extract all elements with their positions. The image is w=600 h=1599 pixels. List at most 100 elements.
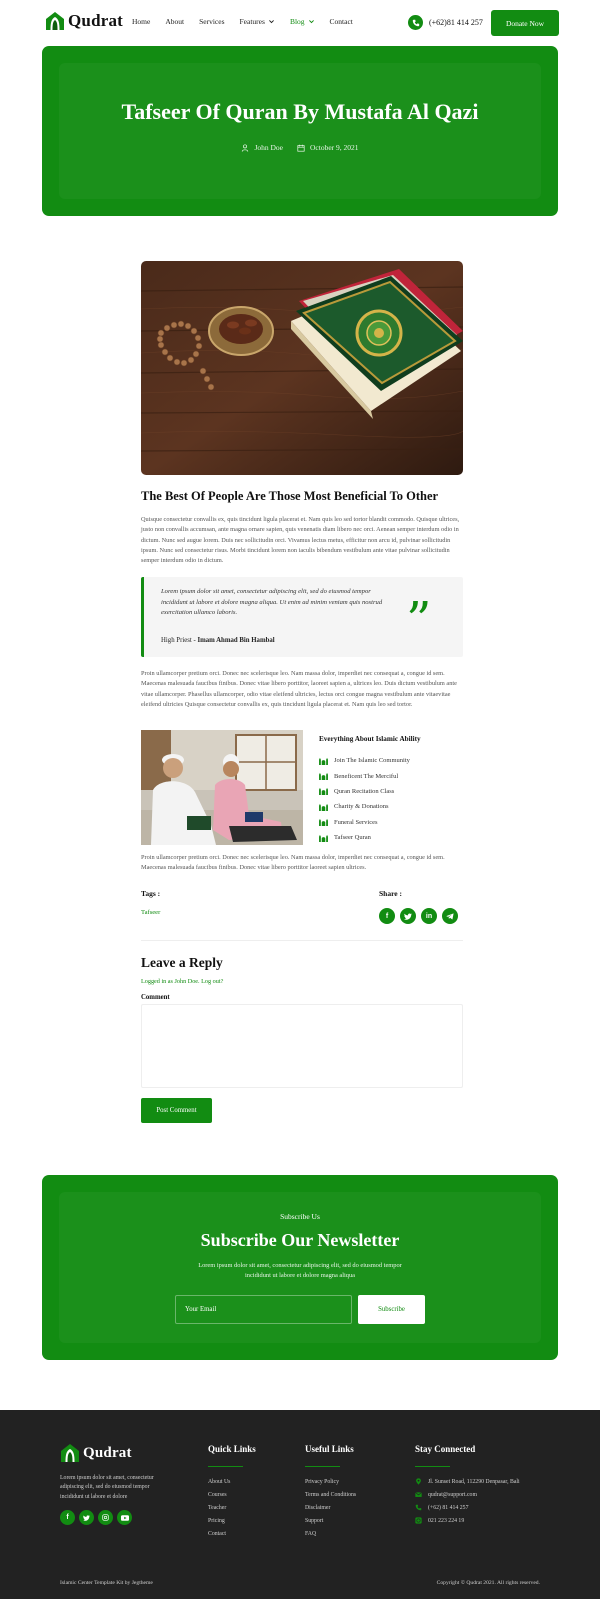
- footer-link[interactable]: FAQ: [305, 1527, 356, 1540]
- youtube-icon[interactable]: [117, 1510, 132, 1525]
- ability-title: Everything About Islamic Ability: [319, 735, 421, 743]
- section-divider: [141, 940, 463, 941]
- nav-item-about[interactable]: About: [165, 17, 184, 26]
- footer-description: Lorem ipsum dolor sit amet, consectetur …: [60, 1475, 154, 1500]
- footer-social: f: [60, 1510, 132, 1525]
- nav-label: Blog: [289, 17, 305, 26]
- phone-icon: [415, 1504, 422, 1511]
- newsletter-kicker: Subscribe Us: [280, 1212, 320, 1221]
- share-label: Share :: [379, 889, 402, 898]
- logo-text: Qudrat: [68, 11, 124, 30]
- mosque-icon: [319, 834, 328, 842]
- nav-label: Features: [239, 17, 265, 26]
- subscribe-button[interactable]: Subscribe: [358, 1295, 425, 1324]
- nav-item-services[interactable]: Services: [199, 17, 224, 26]
- ability-label: Beneficent The Merciful: [334, 772, 399, 780]
- share-facebook-icon[interactable]: f: [379, 908, 395, 924]
- share-buttons: f in: [379, 908, 458, 924]
- donate-button[interactable]: Donate Now: [491, 10, 559, 36]
- nav-label: Contact: [329, 17, 353, 26]
- comment-label: Comment: [141, 994, 170, 1001]
- footer-logo-text: Qudrat: [83, 1444, 132, 1461]
- useful-links-underline: [305, 1466, 340, 1467]
- nav-item-features[interactable]: Features: [240, 17, 275, 26]
- footer-link[interactable]: About Us: [208, 1475, 230, 1488]
- mosque-logo-icon: [61, 1444, 79, 1462]
- ability-item: Funeral Services: [319, 815, 410, 830]
- post-author[interactable]: John Doe: [241, 143, 283, 152]
- footer-link[interactable]: Support: [305, 1514, 356, 1527]
- mosque-icon: [319, 819, 328, 827]
- footer-link[interactable]: Teacher: [208, 1501, 230, 1514]
- ability-item: Join The Islamic Community: [319, 753, 410, 768]
- twitter-icon[interactable]: [79, 1510, 94, 1525]
- nav-item-blog[interactable]: Blog: [290, 17, 315, 26]
- ability-item: Beneficent The Merciful: [319, 768, 410, 783]
- footer-link[interactable]: Disclaimer: [305, 1501, 356, 1514]
- nav-label: About: [165, 17, 185, 26]
- footer-logo[interactable]: Qudrat: [60, 1443, 132, 1463]
- ability-item: Tafseer Quran: [319, 830, 410, 845]
- useful-links-title: Useful Links: [305, 1444, 354, 1454]
- ability-item: Quran Recitation Class: [319, 784, 410, 799]
- footer-link[interactable]: Privacy Policy: [305, 1475, 356, 1488]
- footer-credit: Islamic Center Template Kit by Jegtheme: [60, 1580, 153, 1586]
- contact-list: Jl. Sunset Road, 112290 Denpasar, Bali qu…: [415, 1475, 520, 1527]
- mosque-icon: [319, 757, 328, 765]
- footer-link[interactable]: Contact: [208, 1527, 230, 1540]
- quick-links-list: About Us Courses Teacher Pricing Contact: [208, 1475, 230, 1540]
- ability-label: Tafseer Quran: [334, 834, 371, 842]
- logo[interactable]: Qudrat: [45, 11, 123, 31]
- article-paragraph-1: Quisque consectetur convallis ex, quis t…: [141, 516, 460, 565]
- nav-item-home[interactable]: Home: [132, 17, 150, 26]
- logged-in-link[interactable]: Logged in as John Doe. Log out?: [141, 978, 223, 985]
- whatsapp-icon: [415, 1517, 422, 1524]
- contact-item: qudrat@support.com: [415, 1488, 520, 1501]
- quote-author-role: High Priest -: [161, 637, 198, 644]
- author-name: John Doe: [254, 143, 283, 152]
- phone-number: (+62)81 414 257: [429, 18, 483, 27]
- footer-link[interactable]: Terms and Conditions: [305, 1488, 356, 1501]
- mail-icon: [415, 1492, 422, 1497]
- share-telegram-icon[interactable]: [442, 908, 458, 924]
- calendar-icon: [297, 144, 305, 152]
- ability-label: Funeral Services: [334, 818, 378, 826]
- mosque-logo-icon: [46, 12, 64, 30]
- contact-item: Jl. Sunset Road, 112290 Denpasar, Bali: [415, 1475, 520, 1488]
- contact-item: 021 223 224 19: [415, 1514, 520, 1527]
- post-date: October 9, 2021: [297, 143, 359, 152]
- mosque-icon: [319, 772, 328, 781]
- nav-label: Home: [132, 17, 151, 26]
- header: Qudrat Home About Services Features Blog Cont…: [0, 0, 600, 45]
- copyright: Copyright © Qudrat 2021. All rights rese…: [436, 1580, 540, 1586]
- date-text: October 9, 2021: [310, 143, 359, 152]
- phone-icon: [408, 15, 423, 30]
- chevron-down-icon: [308, 20, 314, 24]
- article-paragraph-3: Proin ullamcorper pretium orci. Donec ne…: [141, 854, 445, 872]
- main-nav: Home About Services Features Blog Contact: [132, 17, 368, 26]
- contact-text: qudrat@support.com: [428, 1491, 477, 1498]
- ability-label: Join The Islamic Community: [334, 757, 410, 765]
- stay-connected-underline: [415, 1466, 450, 1467]
- newsletter-description: Lorem ipsum dolor sit amet, consectetur …: [198, 1262, 402, 1279]
- nav-item-contact[interactable]: Contact: [330, 17, 353, 26]
- facebook-icon[interactable]: f: [60, 1510, 75, 1525]
- share-twitter-icon[interactable]: [400, 908, 416, 924]
- contact-item: (+62) 81 414 257: [415, 1501, 520, 1514]
- tag-link[interactable]: Tafseer: [141, 909, 160, 916]
- article-paragraph-2: Proin ullamcorper pretium orci. Donec ne…: [141, 670, 457, 708]
- header-phone[interactable]: (+62)81 414 257: [408, 15, 483, 30]
- newsletter-title: Subscribe Our Newsletter: [200, 1230, 400, 1250]
- page-title: Tafseer Of Quran By Mustafa Al Qazi: [121, 99, 479, 124]
- share-linkedin-icon[interactable]: in: [421, 908, 437, 924]
- mosque-icon: [319, 803, 328, 811]
- post-comment-button[interactable]: Post Comment: [141, 1098, 212, 1123]
- footer-link[interactable]: Courses: [208, 1488, 230, 1501]
- instagram-icon[interactable]: [98, 1510, 113, 1525]
- footer-link[interactable]: Pricing: [208, 1514, 230, 1527]
- article-featured-image: [141, 261, 463, 475]
- newsletter-email-input[interactable]: Your Email: [175, 1295, 352, 1324]
- quote-author: High Priest - Imam Ahmad Bin Hambal: [161, 637, 275, 644]
- comment-textarea[interactable]: [141, 1004, 463, 1088]
- location-icon: [416, 1478, 421, 1485]
